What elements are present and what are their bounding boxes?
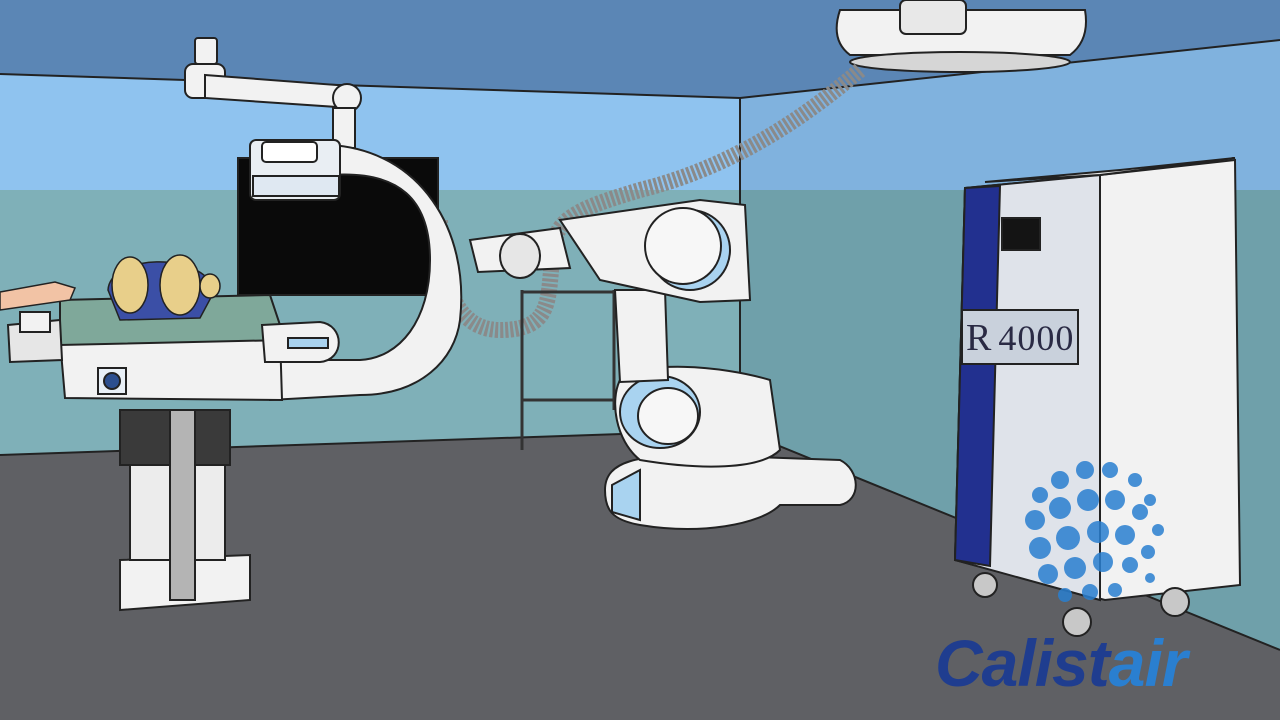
ceiling-mount — [835, 0, 1087, 73]
unit-model-prefix: R — [966, 317, 993, 359]
unit-model-number: 4000 — [998, 318, 1075, 358]
brand-logo-text: Calistair — [935, 628, 1255, 698]
unit-model-label: R 4000 — [966, 312, 1078, 362]
operating-room-scene — [0, 0, 1280, 720]
brand-part-1: Calist — [935, 626, 1110, 700]
brand-part-2: air — [1108, 626, 1188, 700]
